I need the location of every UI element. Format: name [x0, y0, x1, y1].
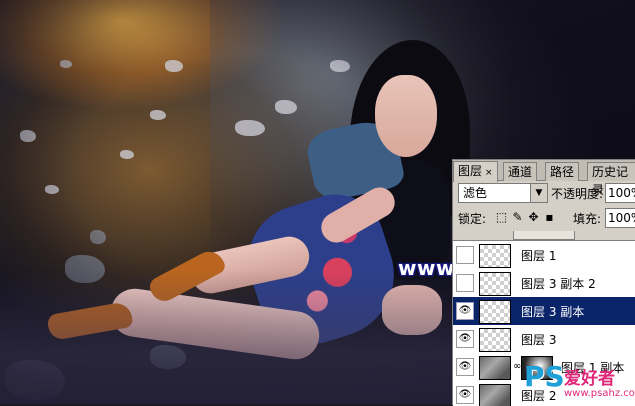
layer-name: 图层 1 [521, 249, 557, 263]
lock-position-icon[interactable]: ✥ [527, 210, 540, 224]
lock-image-icon[interactable]: ✎ [511, 210, 524, 224]
tab-label: 图层 [458, 164, 483, 178]
eye-icon[interactable]: 👁 [456, 358, 474, 376]
layer-name: 图层 3 副本 2 [521, 277, 596, 291]
layer-row[interactable]: 图层 3 副本 2 [453, 269, 635, 298]
layer-name: 图层 3 副本 [521, 305, 585, 319]
tab-layers[interactable]: 图层 × [453, 161, 498, 182]
layer-row-selected[interactable]: 👁 图层 3 副本 [453, 297, 635, 326]
visibility-toggle[interactable] [456, 246, 474, 264]
layer-thumbnail [479, 384, 511, 406]
eye-icon[interactable]: 👁 [456, 386, 474, 404]
layer-thumbnail [479, 244, 511, 268]
logo-url-text: www.psahz.com [564, 388, 635, 399]
layer-thumbnail [479, 300, 511, 324]
close-icon[interactable]: × [485, 168, 493, 178]
layer-name: 图层 3 [521, 333, 557, 347]
blend-row: 滤色 ▼ 不透明度: 100% [453, 182, 635, 204]
visibility-toggle[interactable] [456, 274, 474, 292]
fill-input[interactable]: 100% [605, 208, 635, 228]
layer-thumbnail [479, 272, 511, 296]
layer-row[interactable]: 图层 1 [453, 241, 635, 270]
eye-icon[interactable]: 👁 [456, 302, 474, 320]
layer-row[interactable]: 👁 图层 3 [453, 325, 635, 354]
tab-label: 路径 [550, 165, 575, 179]
lock-row: 锁定: ⬚ ✎ ✥ ▪ 填充: 100% [453, 207, 635, 229]
layer-thumbnail [479, 328, 511, 352]
opacity-label: 不透明度: [551, 187, 604, 201]
lock-all-icon[interactable]: ▪ [543, 210, 556, 224]
panel-tabs: 图层 × 通道 路径 历史记录 [453, 160, 635, 197]
logo-ps-text: PS [524, 360, 565, 393]
blend-mode-select[interactable]: 滤色 ▼ [458, 183, 548, 203]
lock-label: 锁定: [458, 212, 487, 226]
blend-mode-value: 滤色 [463, 186, 488, 200]
lock-transparency-icon[interactable]: ⬚ [495, 210, 508, 224]
tab-label: 通道 [508, 165, 533, 179]
panel-divider [513, 231, 575, 240]
fill-label: 填充: [573, 212, 602, 226]
face [375, 75, 437, 157]
logo-cn-text: 爱好者 [564, 369, 615, 389]
layer-thumbnail [479, 356, 511, 380]
eye-icon[interactable]: 👁 [456, 330, 474, 348]
opacity-input[interactable]: 100% [605, 183, 635, 203]
tab-history[interactable]: 历史记录 [587, 162, 635, 197]
site-logo: PS 爱好者 www.psahz.com [524, 360, 635, 404]
tab-paths[interactable]: 路径 [545, 162, 580, 181]
chevron-down-icon[interactable]: ▼ [530, 184, 547, 202]
tab-channels[interactable]: 通道 [503, 162, 538, 181]
